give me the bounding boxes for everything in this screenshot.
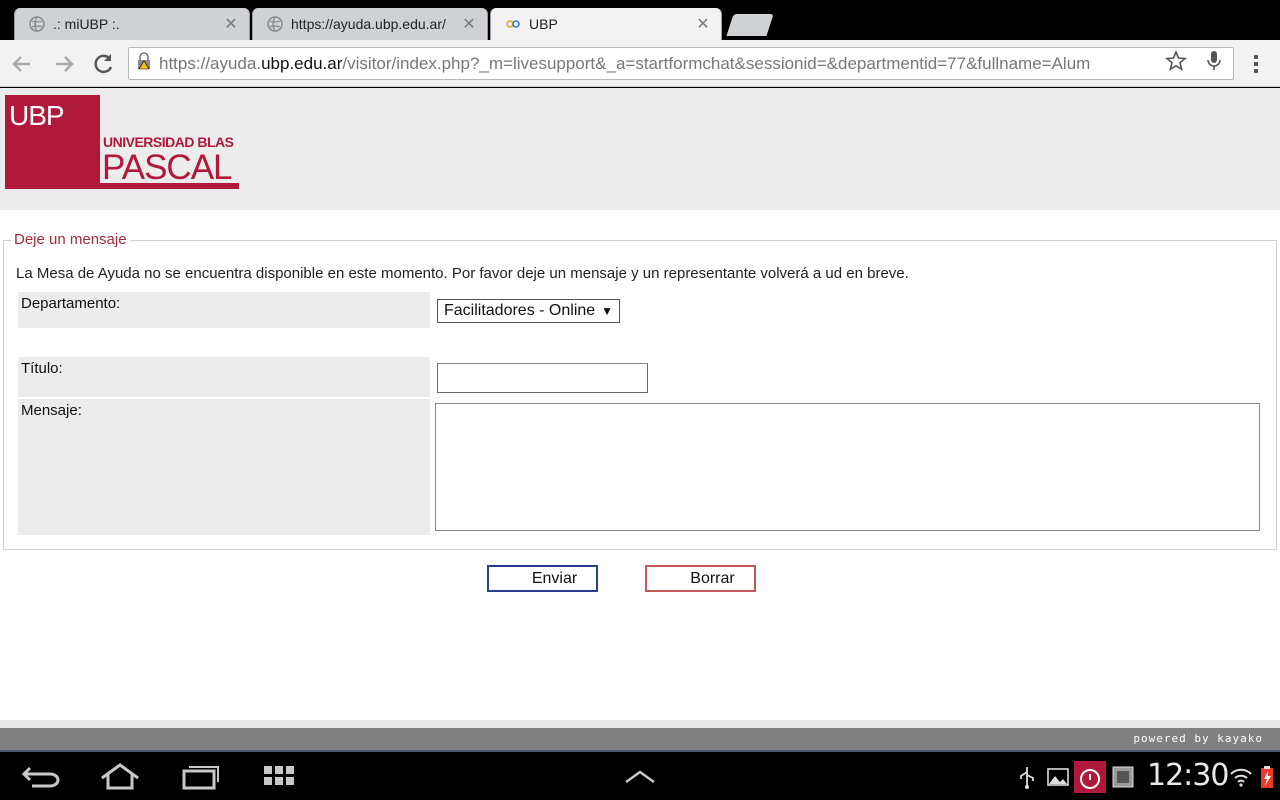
- message-label: Mensaje:: [18, 399, 430, 535]
- forward-arrow-icon: [56, 56, 74, 72]
- chevron-up-icon[interactable]: [618, 762, 662, 790]
- powered-by-bar: powered by kayako: [0, 728, 1280, 752]
- alarm-notification-icon: [1074, 761, 1106, 793]
- tab-miubp[interactable]: .: miUBP :. ✕: [14, 8, 250, 40]
- back-button[interactable]: [8, 50, 36, 78]
- tab-title: https://ayuda.ubp.edu.ar/: [291, 16, 446, 32]
- forward-button[interactable]: [50, 50, 78, 78]
- gallery-icon: [1047, 768, 1069, 786]
- usb-icon: [1020, 767, 1034, 789]
- back-icon[interactable]: [20, 762, 64, 790]
- url-path: /visitor/index.php?_m=livesupport&_a=sta…: [342, 53, 1091, 73]
- url-prefix: https://ayuda.: [159, 53, 262, 73]
- title-input[interactable]: [437, 363, 648, 393]
- battery-charging-icon: [1261, 766, 1273, 788]
- browser-toolbar: https://ayuda.ubp.edu.ar/visitor/index.p…: [0, 40, 1280, 87]
- globe-icon: [29, 16, 45, 32]
- recent-apps-icon[interactable]: [178, 762, 222, 790]
- tab-title: UBP: [529, 16, 558, 32]
- apps-grid-icon[interactable]: [258, 762, 302, 790]
- microphone-icon[interactable]: [1195, 50, 1233, 78]
- tab-ubp[interactable]: UBP ✕: [490, 8, 722, 40]
- system-bar: 12:30: [0, 752, 1280, 800]
- close-icon[interactable]: ✕: [695, 14, 711, 34]
- url-host: ubp.edu.ar: [261, 53, 343, 73]
- system-clock: 12:30: [1147, 758, 1229, 793]
- close-icon[interactable]: ✕: [461, 14, 477, 34]
- globe-icon: [267, 16, 283, 32]
- clear-button[interactable]: Borrar: [645, 565, 756, 592]
- web-page: UBP UNIVERSIDAD BLAS PASCAL Deje un mens…: [0, 88, 1280, 752]
- new-tab-button[interactable]: [726, 14, 774, 36]
- message-textarea[interactable]: [435, 403, 1260, 531]
- form-intro-text: La Mesa de Ayuda no se encuentra disponi…: [16, 265, 909, 282]
- bookmark-star-icon[interactable]: [1157, 49, 1195, 78]
- tab-strip: .: miUBP :. ✕ https://ayuda.ubp.edu.ar/ …: [0, 0, 1280, 40]
- url-text: https://ayuda.ubp.edu.ar/visitor/index.p…: [159, 54, 1157, 74]
- dropdown-arrow-icon: ▼: [601, 304, 613, 318]
- kayako-icon: [506, 20, 520, 28]
- lock-warning-icon: [129, 52, 159, 75]
- department-select[interactable]: Facilitadores - Online ▼: [437, 299, 620, 323]
- footer-band: [0, 720, 1280, 728]
- back-arrow-icon: [12, 56, 30, 72]
- address-bar[interactable]: https://ayuda.ubp.edu.ar/visitor/index.p…: [128, 47, 1234, 80]
- ubp-logo: UBP UNIVERSIDAD BLAS PASCAL: [5, 95, 239, 189]
- send-button[interactable]: Enviar: [487, 565, 598, 592]
- form-legend: Deje un mensaje: [11, 231, 130, 248]
- wifi-icon: [1230, 768, 1252, 787]
- reload-button[interactable]: [90, 50, 118, 78]
- app-notification-icon: [1112, 766, 1134, 788]
- reload-icon: [94, 54, 113, 74]
- department-label: Departamento:: [18, 292, 430, 328]
- menu-icon[interactable]: [1246, 50, 1266, 78]
- powered-by-text: powered by kayako: [1133, 732, 1263, 745]
- home-icon[interactable]: [98, 762, 142, 790]
- message-fieldset: Deje un mensaje La Mesa de Ayuda no se e…: [3, 231, 1277, 550]
- svg-text:PASCAL: PASCAL: [102, 148, 232, 187]
- department-value: Facilitadores - Online: [444, 302, 596, 319]
- close-icon[interactable]: ✕: [223, 14, 239, 34]
- tab-title: .: miUBP :.: [53, 16, 120, 32]
- tab-ayuda[interactable]: https://ayuda.ubp.edu.ar/ ✕: [252, 8, 488, 40]
- page-header: UBP UNIVERSIDAD BLAS PASCAL: [0, 88, 1280, 210]
- title-label: Título:: [18, 357, 430, 397]
- svg-text:UBP: UBP: [9, 100, 64, 131]
